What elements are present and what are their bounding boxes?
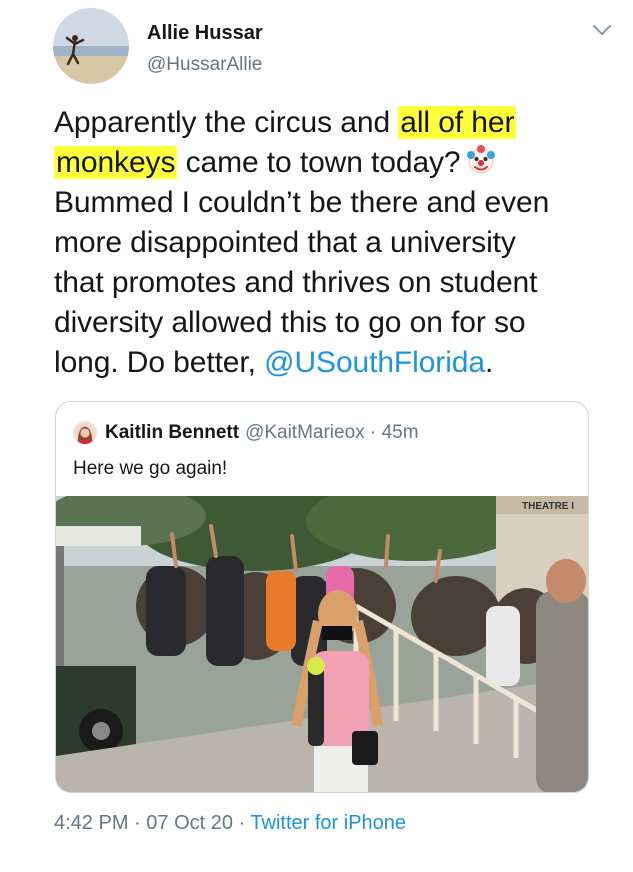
tweet-line-3: Bummed I couldn’t be there and even — [54, 186, 550, 219]
quoted-avatar-image — [74, 422, 96, 444]
quoted-avatar[interactable] — [73, 421, 97, 445]
quoted-tweet-card[interactable]: Kaitlin Bennett @KaitMarieox · 45m Here … — [55, 401, 589, 793]
separator-dot: · — [128, 812, 147, 834]
tweet-text-segment: . — [484, 346, 494, 379]
crowd-photo-image: THEATRE I — [56, 496, 588, 792]
quoted-tweet-text: Here we go again! — [73, 458, 228, 479]
highlighted-text: monkeys — [54, 146, 178, 179]
tweet-line-4: more disappointed that a university — [54, 226, 516, 259]
tweet-text-segment: Apparently the circus and — [54, 106, 399, 139]
tweet-footer: 4:42 PM · 07 Oct 20 · Twitter for iPhone — [54, 812, 406, 835]
quoted-author-handle[interactable]: @KaitMarieox — [245, 422, 365, 444]
avatar-image — [53, 8, 129, 84]
author-name[interactable]: Allie Hussar — [147, 22, 263, 45]
tweet-text-segment: came to town today? — [177, 146, 461, 179]
tweet-text: Apparently the circus and all of her mon… — [54, 103, 614, 383]
tweet-time[interactable]: 4:42 PM — [54, 812, 128, 834]
tweet-line-5: that promotes and thrives on student — [54, 266, 538, 299]
highlighted-text: all of her — [398, 106, 517, 139]
tweet-line-1: Apparently the circus and all of her — [54, 103, 614, 143]
tweet-text-segment: long. Do better, — [54, 346, 265, 379]
tweet-header: Allie Hussar @HussarAllie — [53, 8, 613, 88]
quoted-tweet-header: Kaitlin Bennett @KaitMarieox · 45m — [73, 420, 419, 446]
tweet-date[interactable]: 07 Oct 20 — [146, 812, 233, 834]
author-handle[interactable]: @HussarAllie — [147, 54, 262, 76]
avatar[interactable] — [53, 8, 129, 84]
tweet-line-7: long. Do better, @USouthFlorida. — [54, 343, 614, 383]
quoted-author-name[interactable]: Kaitlin Bennett — [105, 422, 239, 444]
theatre-sign-text: THEATRE I — [522, 501, 574, 512]
mention-link[interactable]: @USouthFlorida — [264, 346, 485, 379]
separator-dot: · — [232, 812, 251, 834]
separator-dot: · — [364, 422, 382, 443]
chevron-down-icon[interactable] — [591, 22, 613, 38]
clown-face-icon — [466, 145, 495, 174]
tweet-line-6: diversity allowed this to go on for so — [54, 306, 526, 339]
quoted-timestamp[interactable]: 45m — [382, 422, 419, 444]
tweet-line-2: monkeys came to town today? — [54, 143, 614, 183]
quoted-photo[interactable]: THEATRE I — [56, 496, 588, 792]
tweet-source-link[interactable]: Twitter for iPhone — [250, 812, 406, 834]
